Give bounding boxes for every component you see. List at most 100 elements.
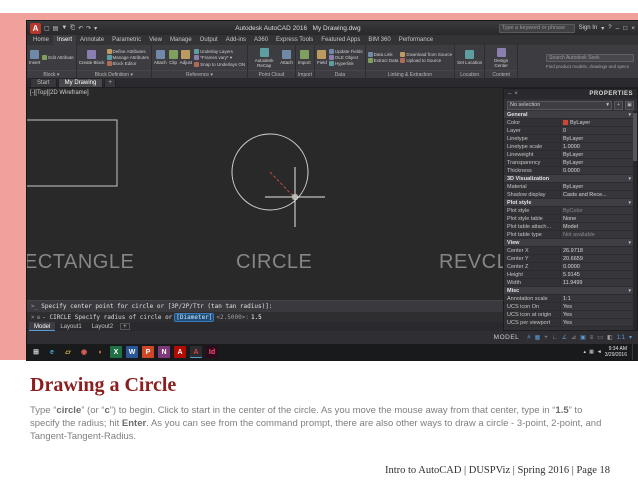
property-row[interactable]: Plot style ByColor — [504, 207, 633, 215]
property-row[interactable]: UCS icon On Yes — [504, 303, 633, 311]
layout1-tab[interactable]: Layout1 — [55, 322, 86, 331]
property-row[interactable]: Transparency ByLayer — [504, 159, 633, 167]
create-block-button[interactable]: Create Block — [79, 50, 105, 65]
property-value[interactable]: ByLayer — [560, 183, 633, 190]
palette-close-icon[interactable]: × — [514, 91, 518, 97]
tab-a360[interactable]: A360 — [250, 35, 272, 45]
upload-to-source-button[interactable]: Upload to Source — [400, 58, 452, 63]
property-row[interactable]: Lineweight ByLayer — [504, 151, 633, 159]
property-row[interactable]: Color ByLayer — [504, 119, 633, 127]
chrome-icon[interactable]: ◉ — [78, 346, 90, 358]
property-row[interactable]: Width 11.9499 — [504, 279, 633, 287]
attach-pointcloud-button[interactable]: Attach — [280, 50, 293, 65]
property-value[interactable]: Not available — [560, 231, 633, 238]
property-row[interactable]: UCS per viewport Yes — [504, 319, 633, 327]
seek-search-input[interactable] — [546, 54, 634, 62]
panel-label-linking[interactable]: Linking & Extraction — [366, 70, 455, 78]
qat-dropdown-icon[interactable]: ▾ — [94, 25, 97, 32]
firefox-icon[interactable]: ◗ — [94, 346, 106, 358]
volume-icon[interactable]: ◄ — [597, 349, 602, 355]
annotation-scale-button[interactable]: 1:1 — [617, 335, 625, 341]
autocad-app-icon[interactable]: A — [30, 23, 41, 34]
panel-label-block[interactable]: Block ▾ — [27, 70, 76, 78]
import-button[interactable]: Import — [298, 50, 311, 65]
snap-icon[interactable]: ▦ — [535, 334, 541, 341]
data-link-button[interactable]: Data Link — [368, 52, 399, 57]
infer-constraints-icon[interactable]: + — [544, 335, 548, 341]
tab-annotate[interactable]: Annotate — [76, 35, 108, 45]
property-row[interactable]: Plot table type Not available — [504, 231, 633, 239]
close-button[interactable]: × — [631, 25, 635, 32]
command-close-icon[interactable]: × — [31, 314, 35, 321]
property-row[interactable]: Annotation scale 1:1 — [504, 295, 633, 303]
panel-label-data[interactable]: Data — [315, 70, 365, 78]
show-desktop-button[interactable] — [632, 344, 635, 360]
lineweight-icon[interactable]: ≡ — [590, 335, 594, 341]
start-button[interactable]: ⊞ — [30, 346, 42, 358]
command-customize-icon[interactable]: ≡ — [37, 314, 41, 321]
signin-button[interactable]: Sign In — [579, 25, 598, 31]
download-from-source-button[interactable]: Download from Source — [400, 52, 452, 57]
maximize-button[interactable]: □ — [623, 25, 627, 32]
design-center-button[interactable]: Design Center — [487, 48, 515, 68]
powerpoint-icon[interactable]: P — [142, 346, 154, 358]
minimize-button[interactable]: – — [616, 25, 620, 32]
customization-icon[interactable]: ▾ — [629, 334, 632, 341]
tray-expand-icon[interactable]: ▴ — [584, 349, 587, 355]
panel-label-import[interactable]: Import — [296, 70, 314, 78]
property-value[interactable]: 5.9145 — [560, 271, 633, 278]
excel-icon[interactable]: X — [110, 346, 122, 358]
property-row[interactable]: UCS icon at origin Yes — [504, 311, 633, 319]
indesign-icon[interactable]: Id — [206, 346, 218, 358]
taskbar-clock[interactable]: 9:34 AM 3/29/2016 — [605, 346, 627, 358]
tab-view[interactable]: View — [145, 35, 166, 45]
property-row[interactable]: Material ByLayer — [504, 183, 633, 191]
property-value[interactable]: ByLayer — [560, 159, 633, 166]
tab-insert[interactable]: Insert — [53, 35, 76, 45]
hyperlink-button[interactable]: Hyperlink — [329, 61, 363, 66]
palette-autohide-icon[interactable]: – — [508, 91, 511, 97]
property-value[interactable]: ByLayer — [560, 119, 633, 126]
select-objects-button[interactable]: ▣ — [625, 101, 634, 110]
polar-tracking-icon[interactable]: ∠ — [562, 334, 567, 341]
property-row[interactable]: Misc ▾ — [504, 287, 633, 295]
property-value[interactable]: Model — [560, 223, 633, 230]
chevron-down-icon[interactable]: ▾ — [601, 25, 604, 32]
property-row[interactable]: View ▾ — [504, 239, 633, 247]
isometric-drafting-icon[interactable]: ⊿ — [571, 334, 576, 341]
tab-bim360[interactable]: BIM 360 — [364, 35, 394, 45]
property-value[interactable]: 26.9718 — [560, 247, 633, 254]
new-layout-tab[interactable]: + — [120, 323, 130, 330]
property-row[interactable]: Thickness 0.0000 — [504, 167, 633, 175]
internet-explorer-icon[interactable]: e — [46, 346, 58, 358]
word-icon[interactable]: W — [126, 346, 138, 358]
extract-data-button[interactable]: Extract Data — [368, 58, 399, 63]
new-icon[interactable]: ▢ — [44, 25, 50, 32]
panel-label-location[interactable]: Location — [455, 70, 484, 78]
property-row[interactable]: Center X 26.9718 — [504, 247, 633, 255]
grid-icon[interactable]: # — [527, 335, 530, 341]
model-space-button[interactable]: MODEL — [494, 334, 520, 341]
property-value[interactable]: Yes — [560, 311, 633, 318]
onenote-icon[interactable]: N — [158, 346, 170, 358]
edit-attribute-button[interactable]: Edit Attribute — [42, 55, 74, 60]
autocad-taskbar-icon[interactable]: A — [190, 346, 202, 358]
property-value[interactable]: 20.6659 — [560, 255, 633, 262]
property-row[interactable]: Plot table attach... Model — [504, 223, 633, 231]
layout2-tab[interactable]: Layout2 — [87, 322, 118, 331]
redo-icon[interactable]: ↷ — [86, 25, 91, 32]
new-drawing-tab[interactable]: + — [104, 78, 116, 87]
network-icon[interactable]: ▦ — [589, 349, 594, 355]
save-icon[interactable]: ▼ — [61, 25, 67, 32]
property-value[interactable]: 11.9499 — [560, 279, 633, 286]
property-row[interactable]: Layer 0 — [504, 127, 633, 135]
property-row[interactable]: Height 5.9145 — [504, 271, 633, 279]
property-value[interactable]: Yes — [560, 303, 633, 310]
plot-icon[interactable]: ⎗ — [70, 25, 75, 32]
transparency-icon[interactable]: ▭ — [597, 334, 603, 341]
tab-addins[interactable]: Add-ins — [222, 35, 250, 45]
autodesk-recap-button[interactable]: Autodesk ReCap — [250, 48, 278, 68]
ole-object-button[interactable]: OLE Object — [329, 55, 363, 60]
property-value[interactable]: 1:1 — [560, 295, 633, 302]
property-value[interactable]: Yes — [560, 319, 633, 326]
